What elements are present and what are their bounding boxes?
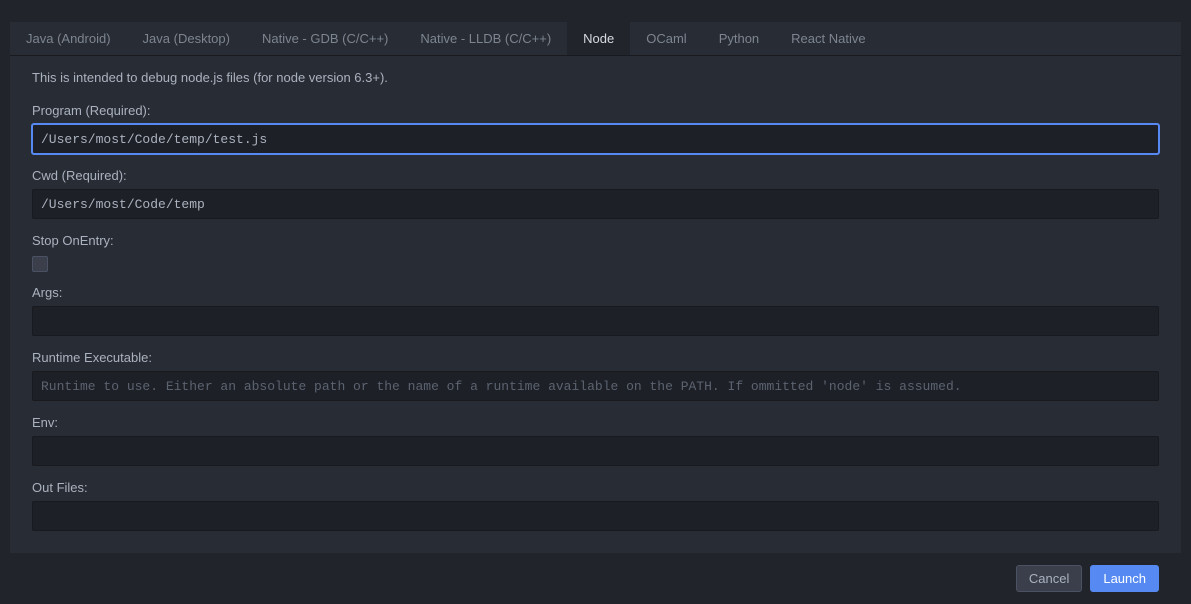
program-input[interactable] bbox=[32, 124, 1159, 154]
tab-java-desktop[interactable]: Java (Desktop) bbox=[127, 22, 246, 55]
debugger-config-panel: This is intended to debug node.js files … bbox=[10, 56, 1181, 553]
runtime-executable-label: Runtime Executable: bbox=[32, 350, 1159, 365]
cwd-label: Cwd (Required): bbox=[32, 168, 1159, 183]
tab-native-gdb[interactable]: Native - GDB (C/C++) bbox=[246, 22, 404, 55]
out-files-input[interactable] bbox=[32, 501, 1159, 531]
tab-ocaml[interactable]: OCaml bbox=[630, 22, 702, 55]
cancel-button[interactable]: Cancel bbox=[1016, 565, 1082, 592]
tab-python[interactable]: Python bbox=[703, 22, 775, 55]
action-buttons: Cancel Launch bbox=[10, 553, 1181, 604]
out-files-label: Out Files: bbox=[32, 480, 1159, 495]
runtime-executable-input[interactable] bbox=[32, 371, 1159, 401]
tab-react-native[interactable]: React Native bbox=[775, 22, 881, 55]
tab-node[interactable]: Node bbox=[567, 22, 630, 55]
env-input[interactable] bbox=[32, 436, 1159, 466]
stop-on-entry-checkbox[interactable] bbox=[32, 256, 48, 272]
env-label: Env: bbox=[32, 415, 1159, 430]
launch-button[interactable]: Launch bbox=[1090, 565, 1159, 592]
stop-on-entry-label: Stop OnEntry: bbox=[32, 233, 1159, 248]
tab-java-android[interactable]: Java (Android) bbox=[10, 22, 127, 55]
args-label: Args: bbox=[32, 285, 1159, 300]
panel-description: This is intended to debug node.js files … bbox=[32, 70, 1159, 85]
args-input[interactable] bbox=[32, 306, 1159, 336]
tab-native-lldb[interactable]: Native - LLDB (C/C++) bbox=[404, 22, 567, 55]
program-label: Program (Required): bbox=[32, 103, 1159, 118]
debugger-tabs: Java (Android) Java (Desktop) Native - G… bbox=[10, 22, 1181, 56]
cwd-input[interactable] bbox=[32, 189, 1159, 219]
